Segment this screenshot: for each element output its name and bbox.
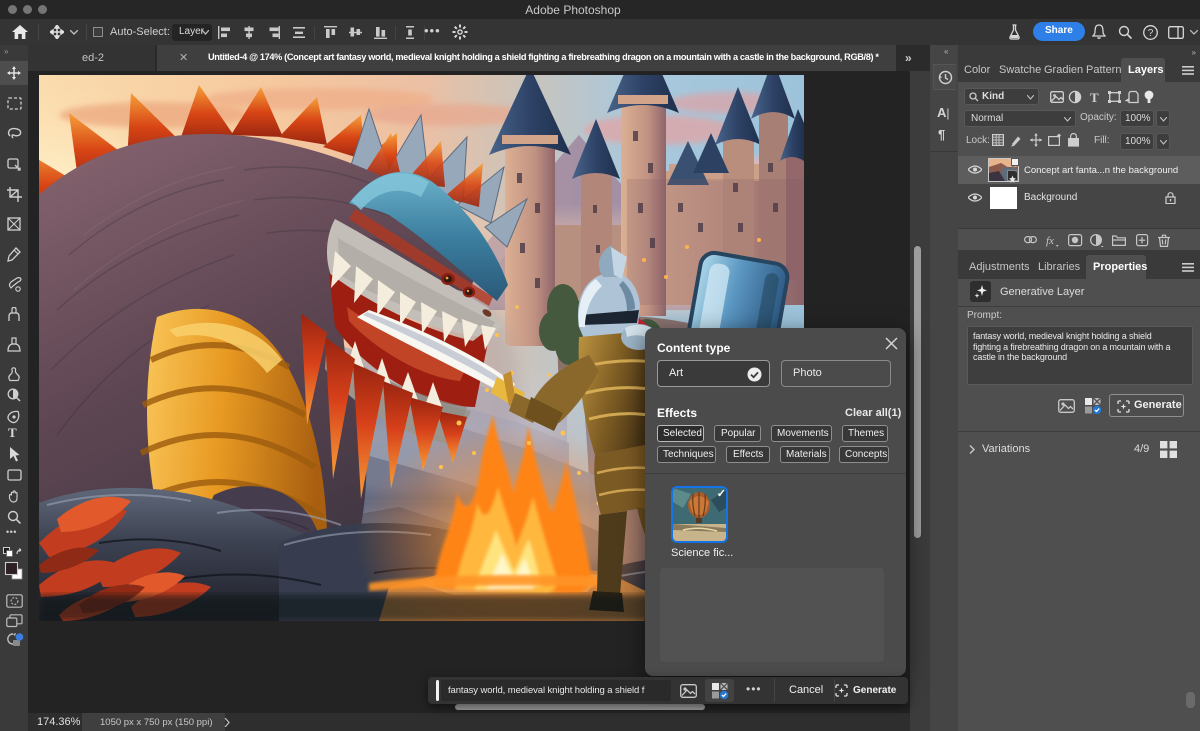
svg-text:fx: fx bbox=[1046, 235, 1054, 247]
svg-text:?: ? bbox=[1148, 28, 1154, 39]
svg-text:T: T bbox=[1090, 90, 1099, 104]
